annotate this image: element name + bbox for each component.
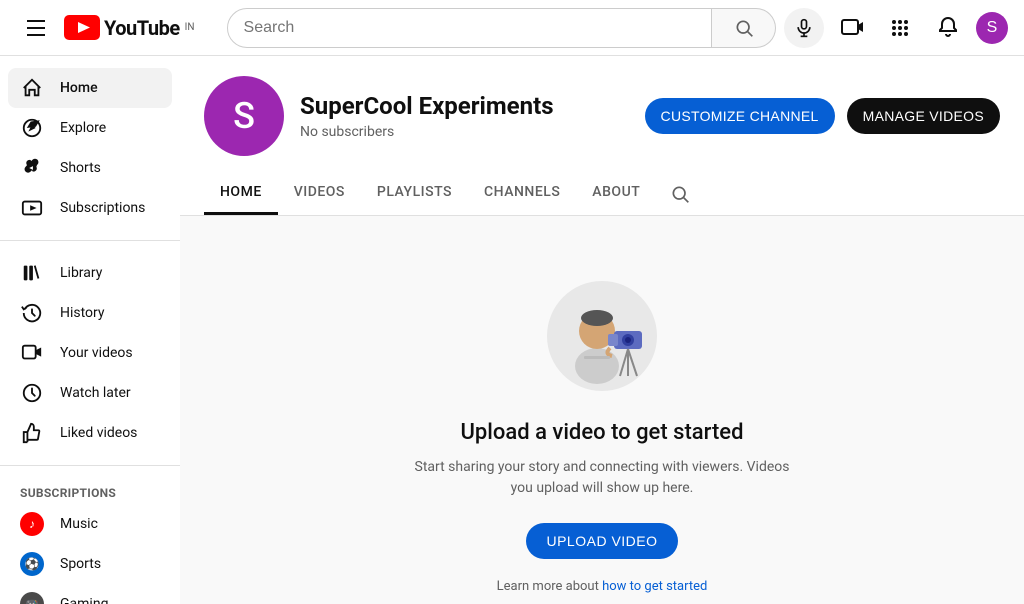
customize-channel-button[interactable]: CUSTOMIZE CHANNEL: [645, 98, 835, 134]
empty-state-title: Upload a video to get started: [461, 420, 744, 445]
history-icon: [20, 301, 44, 325]
empty-state-learn-text: Learn more about: [497, 579, 602, 594]
channel-actions: CUSTOMIZE CHANNEL MANAGE VIDEOS: [645, 98, 1000, 134]
apps-icon: [888, 16, 912, 40]
sidebar-item-subscriptions[interactable]: Subscriptions: [8, 188, 172, 228]
sidebar-item-watch-later[interactable]: Watch later: [8, 373, 172, 413]
channel-info: S SuperCool Experiments No subscribers C…: [204, 76, 1000, 156]
sidebar-label-gaming: Gaming: [60, 596, 108, 604]
tab-videos[interactable]: VIDEOS: [278, 172, 361, 215]
main-content: S SuperCool Experiments No subscribers C…: [180, 56, 1024, 604]
sidebar-label-liked-videos: Liked videos: [60, 425, 137, 441]
sidebar-item-liked-videos[interactable]: Liked videos: [8, 413, 172, 453]
sidebar-label-watch-later: Watch later: [60, 385, 131, 401]
sidebar-label-explore: Explore: [60, 120, 106, 136]
channel-name: SuperCool Experiments: [300, 92, 629, 120]
sidebar-item-library[interactable]: Library: [8, 253, 172, 293]
header: YouTube IN: [0, 0, 1024, 56]
empty-state-description: Start sharing your story and connecting …: [412, 457, 792, 499]
notifications-button[interactable]: [928, 8, 968, 48]
menu-button[interactable]: [16, 8, 56, 48]
search-button[interactable]: [712, 8, 776, 48]
tab-about[interactable]: ABOUT: [576, 172, 656, 215]
subscriptions-icon: [20, 196, 44, 220]
sidebar-label-music: Music: [60, 516, 98, 532]
sidebar-label-sports: Sports: [60, 556, 101, 572]
sidebar-label-history: History: [60, 305, 105, 321]
sidebar-label-home: Home: [60, 80, 98, 96]
music-channel-icon: ♪: [20, 512, 44, 536]
tab-home[interactable]: HOME: [204, 172, 278, 215]
tab-channels[interactable]: CHANNELS: [468, 172, 576, 215]
gaming-channel-icon: 🎮: [20, 592, 44, 604]
empty-state-learn: Learn more about how to get started: [497, 579, 708, 594]
shorts-icon: [20, 156, 44, 180]
upload-video-button[interactable]: UPLOAD VIDEO: [526, 523, 677, 559]
microphone-button[interactable]: [784, 8, 824, 48]
subscriptions-title: SUBSCRIPTIONS: [0, 478, 180, 504]
sidebar-main-section: Home Explore Shorts: [0, 64, 180, 232]
home-icon: [20, 76, 44, 100]
channel-header: S SuperCool Experiments No subscribers C…: [180, 56, 1024, 216]
sidebar-item-history[interactable]: History: [8, 293, 172, 333]
empty-state: Upload a video to get started Start shar…: [180, 216, 1024, 604]
sidebar-item-shorts[interactable]: Shorts: [8, 148, 172, 188]
sidebar-label-subscriptions: Subscriptions: [60, 200, 145, 216]
logo-text: YouTube: [104, 16, 180, 40]
how-to-get-started-link[interactable]: how to get started: [602, 579, 707, 594]
channel-search-button[interactable]: [664, 178, 696, 210]
sidebar-item-your-videos[interactable]: Your videos: [8, 333, 172, 373]
explore-icon: [20, 116, 44, 140]
youtube-logo[interactable]: YouTube IN: [64, 15, 195, 40]
sidebar-item-gaming[interactable]: 🎮 Gaming: [8, 584, 172, 604]
search-icon: [734, 18, 754, 38]
hamburger-icon: [27, 20, 45, 36]
sidebar-item-sports[interactable]: ⚽ Sports: [8, 544, 172, 584]
channel-search-icon: [670, 184, 690, 204]
user-avatar-button[interactable]: S: [976, 12, 1008, 44]
channel-avatar: S: [204, 76, 284, 156]
sidebar-item-music[interactable]: ♪ Music: [8, 504, 172, 544]
watch-later-icon: [20, 381, 44, 405]
sidebar: Home Explore Shorts: [0, 56, 180, 604]
bell-icon: [936, 16, 960, 40]
divider-2: [0, 465, 180, 466]
app: Home Explore Shorts: [0, 0, 1024, 604]
sports-channel-icon: ⚽: [20, 552, 44, 576]
search-input[interactable]: [244, 19, 695, 37]
manage-videos-button[interactable]: MANAGE VIDEOS: [847, 98, 1000, 134]
search-input-wrap: [227, 8, 712, 48]
sidebar-item-explore[interactable]: Explore: [8, 108, 172, 148]
channel-subscribers: No subscribers: [300, 124, 629, 140]
header-right: S: [832, 8, 1008, 48]
tab-playlists[interactable]: PLAYLISTS: [361, 172, 468, 215]
sidebar-label-library: Library: [60, 265, 102, 281]
logo-badge: IN: [185, 22, 195, 33]
divider-1: [0, 240, 180, 241]
youtube-logo-icon: [64, 15, 100, 40]
channel-details: SuperCool Experiments No subscribers: [300, 92, 629, 140]
your-videos-icon: [20, 341, 44, 365]
microphone-icon: [794, 18, 814, 38]
liked-videos-icon: [20, 421, 44, 445]
sidebar-label-your-videos: Your videos: [60, 345, 133, 361]
channel-tabs: HOME VIDEOS PLAYLISTS CHANNELS ABOUT: [204, 172, 1000, 215]
apps-button[interactable]: [880, 8, 920, 48]
sidebar-item-home[interactable]: Home: [8, 68, 172, 108]
create-icon: [840, 16, 864, 40]
search-container: [227, 8, 824, 48]
create-button[interactable]: [832, 8, 872, 48]
sidebar-library-section: Library History: [0, 249, 180, 457]
sidebar-label-shorts: Shorts: [60, 160, 101, 176]
empty-illustration: [542, 276, 662, 396]
library-icon: [20, 261, 44, 285]
sidebar-subscriptions-section: SUBSCRIPTIONS ♪ Music ⚽ Sports 🎮 Gaming …: [0, 474, 180, 604]
